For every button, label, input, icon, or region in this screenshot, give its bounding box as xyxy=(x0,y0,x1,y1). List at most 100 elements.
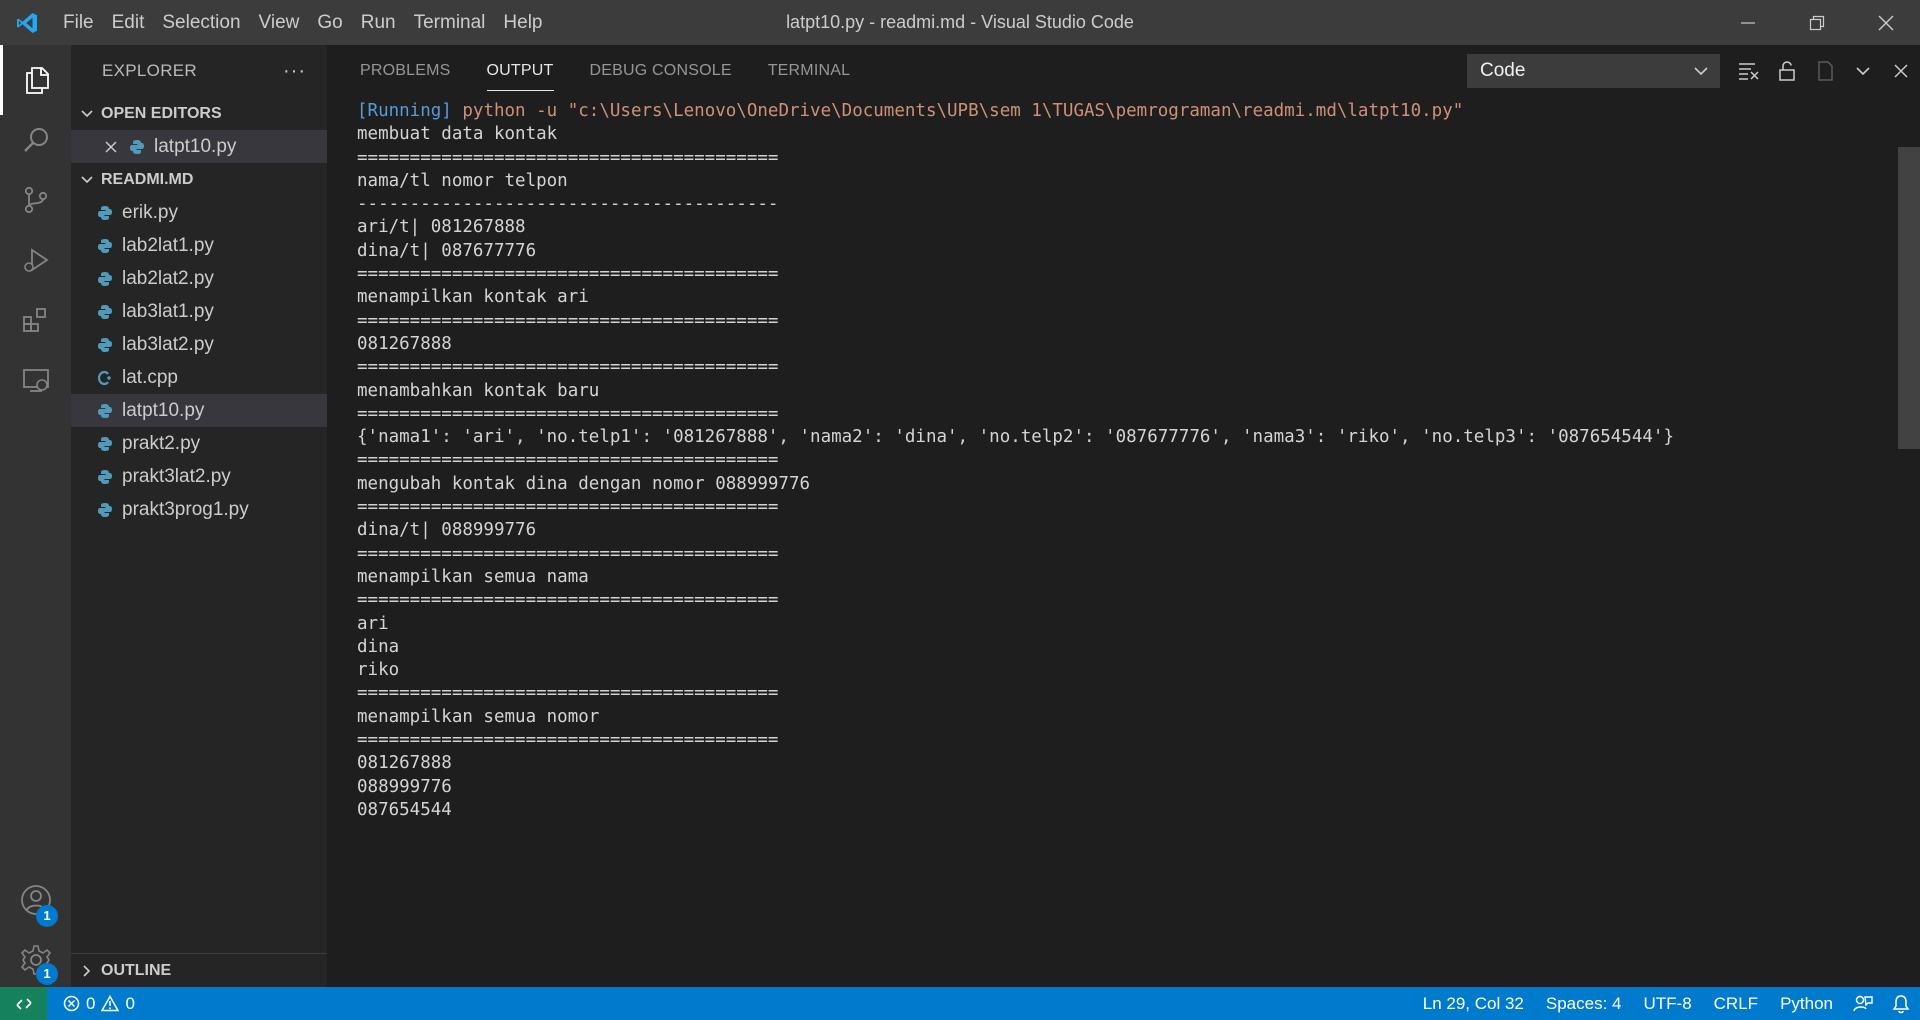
problems-status[interactable]: 0 0 xyxy=(63,994,135,1014)
output-line: ======================================== xyxy=(357,730,779,751)
file-item[interactable]: lab3lat1.py xyxy=(71,295,327,328)
open-editor-item[interactable]: latpt10.py xyxy=(71,130,327,163)
output-line: ======================================== xyxy=(357,497,779,518)
python-file-icon xyxy=(97,304,113,320)
output-line: ======================================== xyxy=(357,543,779,564)
file-item[interactable]: lab3lat2.py xyxy=(71,328,327,361)
outline-section[interactable]: OUTLINE xyxy=(71,953,327,987)
file-item[interactable]: prakt3lat2.py xyxy=(71,460,327,493)
menu-help[interactable]: Help xyxy=(494,0,551,45)
output-content[interactable]: [Running] python -u "c:\Users\Lenovo\One… xyxy=(357,100,1895,985)
explorer-icon xyxy=(26,67,49,94)
python-file-icon xyxy=(97,337,113,353)
output-channel-select[interactable]: Code xyxy=(1467,54,1720,88)
cpp-file-icon xyxy=(97,370,113,386)
restore-button[interactable] xyxy=(1782,0,1851,45)
remote-indicator-button[interactable] xyxy=(0,987,47,1020)
python-file-icon xyxy=(97,205,113,221)
file-name: lab2lat2.py xyxy=(122,267,214,289)
tab-output[interactable]: OUTPUT xyxy=(486,45,554,97)
activity-manage[interactable]: 1 xyxy=(0,925,71,995)
end-of-line[interactable]: CRLF xyxy=(1703,987,1769,1020)
status-bar: 0 0 Ln 29, Col 32 Spaces: 4 UTF-8 CRLF P… xyxy=(0,987,1920,1020)
error-icon xyxy=(63,995,80,1012)
tab-terminal[interactable]: TERMINAL xyxy=(768,45,851,97)
remote-explorer-icon xyxy=(22,369,49,392)
cursor-position[interactable]: Ln 29, Col 32 xyxy=(1412,987,1535,1020)
file-item[interactable]: prakt3prog1.py xyxy=(71,493,327,526)
open-editor-filename: latpt10.py xyxy=(154,135,237,157)
output-line: ======================================== xyxy=(357,683,779,704)
scrollbar-thumb[interactable] xyxy=(1898,147,1920,449)
notifications-button[interactable] xyxy=(1882,987,1920,1020)
close-icon xyxy=(1894,64,1908,78)
file-item[interactable]: prakt2.py xyxy=(71,427,327,460)
status-right: Ln 29, Col 32 Spaces: 4 UTF-8 CRLF Pytho… xyxy=(1412,987,1920,1020)
menu-file[interactable]: File xyxy=(54,0,103,45)
output-scrollbar[interactable] xyxy=(1898,97,1920,987)
maximize-panel-button[interactable] xyxy=(1844,54,1882,88)
output-line: mengubah kontak dina dengan nomor 088999… xyxy=(357,473,811,494)
lock-scroll-button[interactable] xyxy=(1768,54,1806,88)
python-file-icon xyxy=(97,403,113,419)
menu-selection[interactable]: Selection xyxy=(153,0,249,45)
output-line: 081267888 xyxy=(357,753,452,774)
file-item[interactable]: latpt10.py xyxy=(71,394,327,427)
indentation[interactable]: Spaces: 4 xyxy=(1535,987,1633,1020)
title-bar: File Edit Selection View Go Run Terminal… xyxy=(0,0,1920,45)
close-editor-icon[interactable] xyxy=(103,139,119,155)
menu-run[interactable]: Run xyxy=(352,0,405,45)
output-line: menampilkan semua nomor xyxy=(357,706,600,727)
encoding[interactable]: UTF-8 xyxy=(1632,987,1702,1020)
more-actions-button[interactable]: ··· xyxy=(283,60,306,83)
output-panel: PROBLEMS OUTPUT DEBUG CONSOLE TERMINAL C… xyxy=(327,45,1920,987)
python-file-icon xyxy=(97,502,113,518)
language-mode[interactable]: Python xyxy=(1769,987,1844,1020)
file-item[interactable]: lab2lat2.py xyxy=(71,262,327,295)
open-editors-section[interactable]: OPEN EDITORS xyxy=(71,97,327,130)
output-line: menampilkan kontak ari xyxy=(357,287,589,308)
folder-label: READMI.MD xyxy=(101,170,194,188)
menu-edit[interactable]: Edit xyxy=(103,0,154,45)
running-command: python -u "c:\Users\Lenovo\OneDrive\Docu… xyxy=(462,101,1464,121)
activity-bar: 1 1 xyxy=(0,45,71,987)
output-line: 088999776 xyxy=(357,776,452,797)
file-item[interactable]: lat.cpp xyxy=(71,361,327,394)
output-line: menambahkan kontak baru xyxy=(357,380,600,401)
source-control-icon xyxy=(24,186,47,214)
tab-problems[interactable]: PROBLEMS xyxy=(360,45,451,97)
menu-terminal[interactable]: Terminal xyxy=(405,0,495,45)
python-file-icon xyxy=(97,469,113,485)
close-panel-button[interactable] xyxy=(1882,54,1920,88)
activity-remote-explorer[interactable] xyxy=(0,345,71,415)
clear-output-button[interactable] xyxy=(1730,54,1768,88)
file-name: latpt10.py xyxy=(122,399,205,421)
close-window-button[interactable] xyxy=(1851,0,1920,45)
chevron-right-icon xyxy=(79,963,95,979)
menu-view[interactable]: View xyxy=(250,0,309,45)
feedback-button[interactable] xyxy=(1844,987,1882,1020)
open-log-button[interactable] xyxy=(1806,54,1844,88)
file-item[interactable]: lab2lat1.py xyxy=(71,229,327,262)
restore-icon xyxy=(1809,15,1824,30)
output-line: ---------------------------------------- xyxy=(357,194,779,215)
output-line: ari/t| 081267888 xyxy=(357,217,526,238)
file-name: prakt3lat2.py xyxy=(122,465,231,487)
open-log-icon xyxy=(1818,61,1833,81)
chevron-down-icon xyxy=(79,172,95,188)
warning-icon xyxy=(101,995,120,1012)
chevron-down-icon xyxy=(1694,67,1708,76)
settings-badge: 1 xyxy=(36,963,58,985)
minimize-button[interactable] xyxy=(1713,0,1782,45)
panel-tabs: PROBLEMS OUTPUT DEBUG CONSOLE TERMINAL xyxy=(327,45,853,97)
accounts-badge: 1 xyxy=(36,905,58,927)
folder-section[interactable]: READMI.MD xyxy=(71,163,327,196)
outline-label: OUTLINE xyxy=(101,961,172,979)
file-tree: erik.py lab2lat1.py lab2lat2.py lab3lat1.py… xyxy=(71,196,327,526)
file-item[interactable]: erik.py xyxy=(71,196,327,229)
extensions-icon xyxy=(22,308,46,332)
menu-go[interactable]: Go xyxy=(308,0,351,45)
feedback-icon xyxy=(1853,995,1873,1011)
output-line: ======================================== xyxy=(357,147,779,168)
tab-debug-console[interactable]: DEBUG CONSOLE xyxy=(590,45,732,97)
